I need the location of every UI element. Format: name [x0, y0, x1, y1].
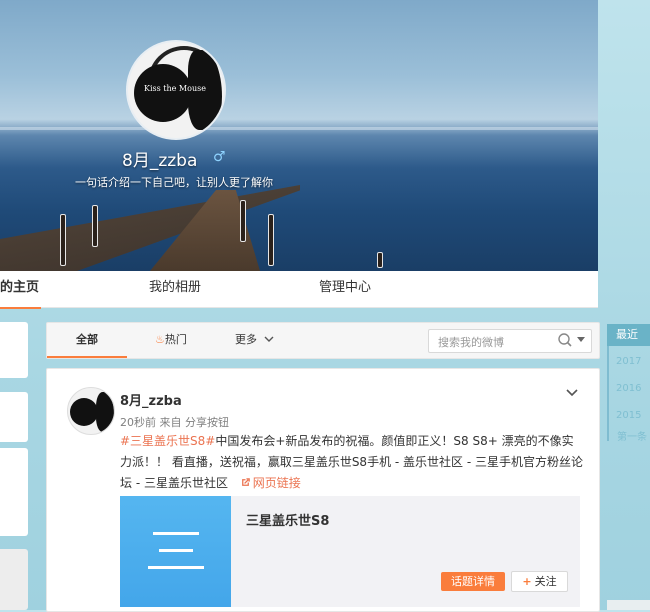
- post-avatar[interactable]: [67, 387, 115, 435]
- caret-down-icon[interactable]: [577, 337, 585, 342]
- web-link[interactable]: 网页链接: [232, 476, 301, 490]
- timeline-year[interactable]: 2015: [616, 410, 641, 421]
- timeline-year[interactable]: 2017: [616, 356, 641, 367]
- web-link-label: 网页链接: [252, 476, 301, 490]
- topic-card-title[interactable]: 三星盖乐世S8: [246, 510, 329, 529]
- topic-details-button[interactable]: 话题详情: [441, 572, 505, 591]
- gender-male-icon: ♂: [213, 149, 226, 165]
- pier-post: [268, 214, 274, 266]
- profile-nav: 的主页 我的相册 管理中心: [0, 271, 598, 309]
- left-card: [0, 448, 28, 536]
- chevron-down-icon: [264, 336, 273, 342]
- follow-label: 关注: [534, 575, 557, 588]
- left-card: [0, 322, 28, 378]
- plus-icon: +: [522, 575, 532, 588]
- right-panel-stub: [607, 600, 650, 610]
- filter-hot[interactable]: ♨热门: [155, 323, 187, 356]
- pier-post: [92, 205, 98, 247]
- timeline-line: [607, 346, 609, 441]
- post-author[interactable]: 8月_zzba: [120, 390, 182, 409]
- pier-post: [240, 200, 246, 242]
- tab-home[interactable]: 的主页: [0, 271, 42, 309]
- post-meta: 20秒前 来自 分享按钮: [120, 416, 229, 429]
- timeline-first[interactable]: 第一条: [617, 428, 647, 443]
- topic-card-thumbnail: [120, 496, 231, 607]
- search-icon[interactable]: [557, 332, 573, 348]
- timeline-recent[interactable]: 最近: [607, 324, 650, 346]
- tab-album[interactable]: 我的相册: [149, 271, 201, 307]
- avatar-text: Kiss the Mouse: [144, 84, 206, 93]
- headphone-cup: [134, 64, 192, 122]
- avatar-figure: [96, 392, 114, 432]
- profile-nickname: 8月_zzba: [122, 151, 198, 171]
- filter-all[interactable]: 全部: [47, 323, 127, 358]
- filter-more-label: 更多: [235, 333, 257, 346]
- link-icon: [241, 478, 250, 486]
- profile-avatar[interactable]: Kiss the Mouse: [126, 40, 226, 140]
- profile-intro[interactable]: 一句话介绍一下自己吧，让别人更了解你: [75, 174, 273, 190]
- thumb-line: [159, 549, 193, 552]
- left-card: [0, 392, 28, 442]
- pier-post: [377, 252, 383, 268]
- post-menu-chevron-icon[interactable]: [566, 386, 578, 398]
- pier-post: [60, 214, 66, 266]
- cover-banner: [0, 0, 598, 271]
- timeline-year[interactable]: 2016: [616, 383, 641, 394]
- tab-admin[interactable]: 管理中心: [319, 271, 371, 307]
- weibo-post: 8月_zzba 20秒前 来自 分享按钮 #三星盖乐世S8#中国发布会+新品发布…: [46, 368, 600, 612]
- filter-hot-label: 热门: [164, 333, 187, 346]
- post-topic-link[interactable]: #三星盖乐世S8#: [120, 434, 215, 448]
- post-text: #三星盖乐世S8#中国发布会+新品发布的祝福。颜值即正义！S8 S8+ 漂亮的不…: [120, 431, 585, 494]
- search-input[interactable]: 搜索我的微博: [438, 334, 504, 350]
- left-card: [0, 549, 28, 610]
- thumb-line: [153, 532, 199, 535]
- flame-icon: ♨: [155, 333, 165, 346]
- search-box[interactable]: 搜索我的微博: [428, 329, 592, 353]
- follow-button[interactable]: + 关注: [511, 571, 568, 592]
- thumb-line: [148, 566, 204, 569]
- filter-more[interactable]: 更多: [235, 323, 274, 356]
- horizon-line: [0, 127, 598, 130]
- headphone-cup: [70, 398, 98, 426]
